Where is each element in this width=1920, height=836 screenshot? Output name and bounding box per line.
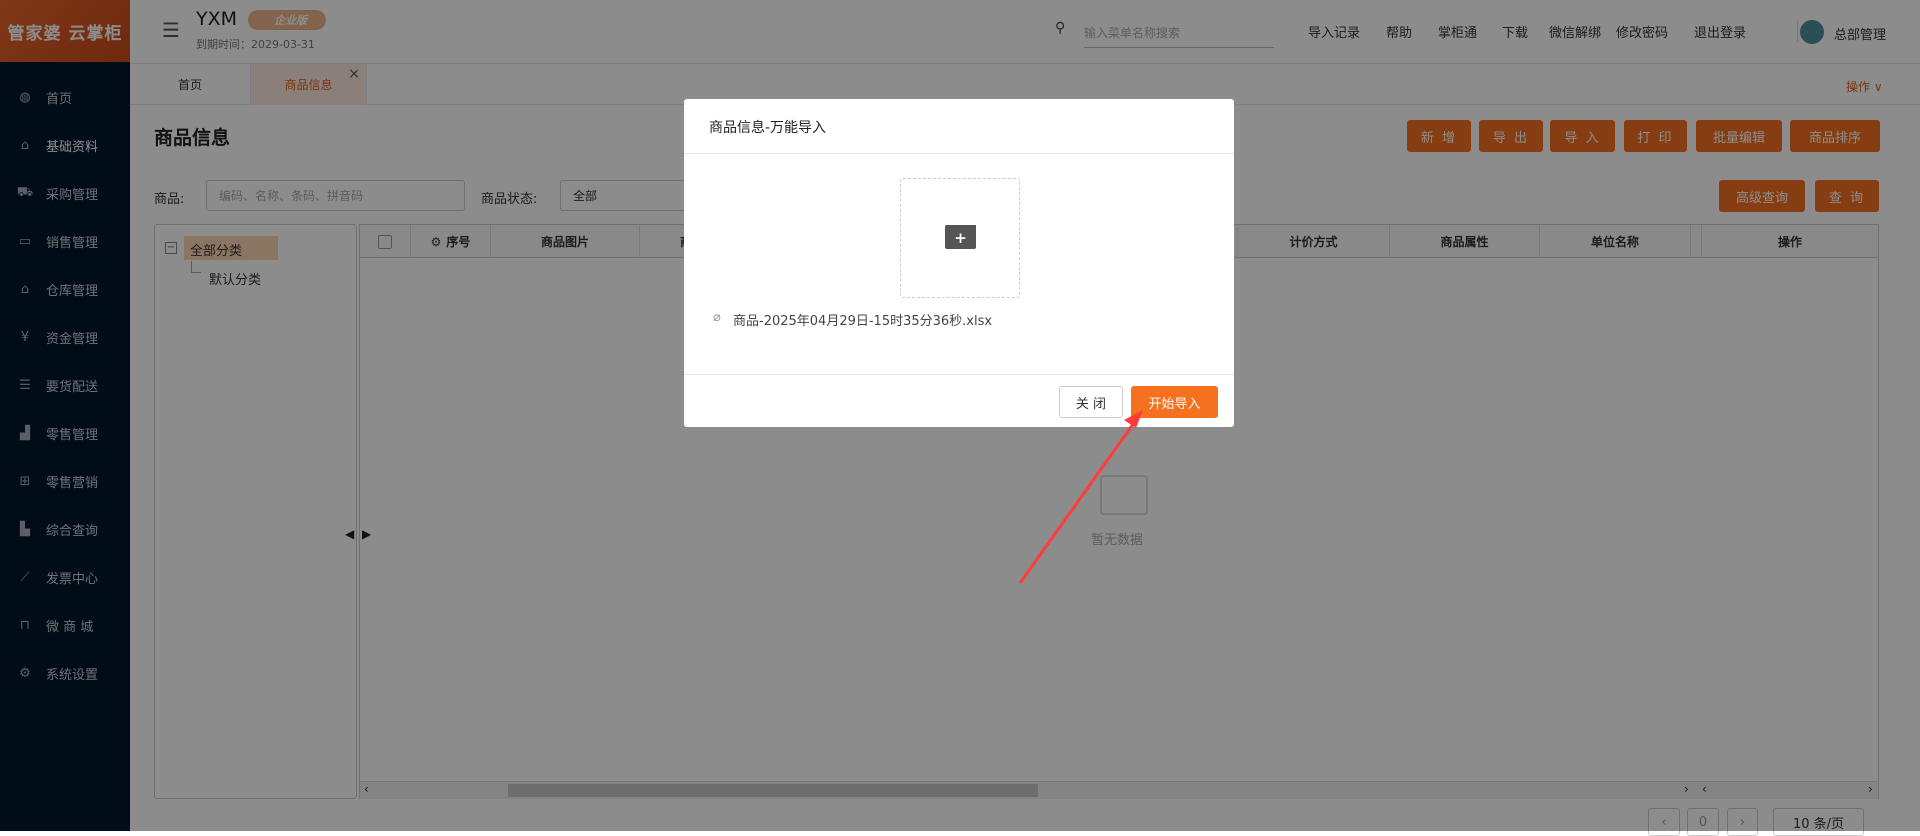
arrow-head bbox=[1124, 410, 1143, 428]
annotation-arrow bbox=[1018, 410, 1143, 584]
arrow-shaft bbox=[1018, 419, 1138, 584]
